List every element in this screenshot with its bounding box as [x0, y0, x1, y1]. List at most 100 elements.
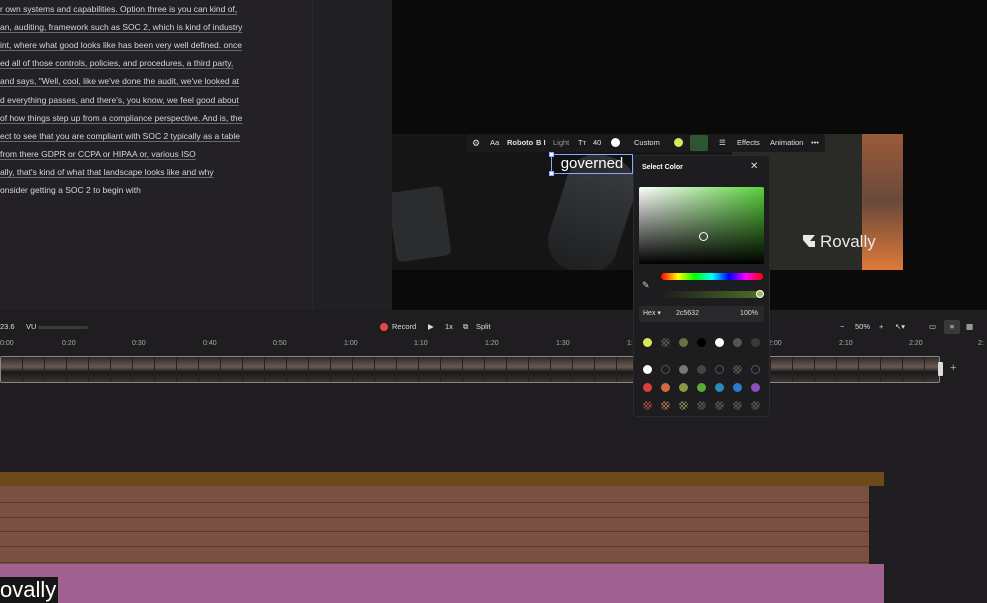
size-value[interactable]: 40 — [593, 134, 601, 152]
alpha-input[interactable]: 100% — [734, 306, 764, 322]
more-icon[interactable]: ••• — [811, 134, 819, 152]
resize-handle[interactable] — [549, 152, 554, 157]
video-thumbnail — [595, 357, 617, 382]
audio-track-stack[interactable] — [0, 486, 869, 564]
color-swatch[interactable] — [751, 338, 760, 347]
color-swatch[interactable] — [697, 401, 706, 410]
color-swatch[interactable] — [679, 383, 688, 392]
transcript-line[interactable]: and says, "Well, cool, like we've done t… — [0, 76, 239, 86]
color-swatch[interactable] — [643, 383, 652, 392]
color-swatch[interactable] — [643, 338, 652, 347]
caption-track[interactable] — [0, 564, 884, 603]
color-swatch[interactable] — [733, 383, 742, 392]
highlight-color-swatch[interactable] — [674, 138, 683, 147]
background-color-swatch[interactable] — [690, 135, 708, 151]
color-format-select[interactable]: Hex ▾ — [639, 306, 673, 322]
text-overlay-content[interactable]: governed — [561, 155, 624, 172]
color-cursor[interactable] — [699, 232, 708, 241]
cursor-tool-icon[interactable]: ↖▾ — [895, 318, 905, 336]
color-swatch[interactable] — [751, 383, 760, 392]
transcript-line[interactable]: r own systems and capabilities. Option t… — [0, 4, 237, 14]
color-swatch[interactable] — [679, 365, 688, 374]
video-track[interactable] — [0, 356, 940, 383]
add-clip-icon[interactable]: + — [950, 362, 956, 374]
color-swatch[interactable] — [751, 401, 760, 410]
eyedropper-icon[interactable]: ✎ — [642, 280, 650, 291]
speed-button[interactable]: 1x — [445, 318, 453, 336]
saturation-value-area[interactable] — [639, 187, 764, 264]
video-thumbnail — [441, 357, 463, 382]
play-icon[interactable]: ▶ — [428, 318, 434, 336]
transcript-line[interactable]: ally, that's kind of what that landscape… — [0, 167, 214, 177]
effects-button[interactable]: Effects — [737, 134, 760, 152]
color-swatch[interactable] — [661, 365, 670, 374]
hex-input[interactable]: 2c5632 — [672, 306, 734, 322]
filter-icon[interactable]: ☰ — [719, 134, 726, 152]
color-swatch[interactable] — [697, 365, 706, 374]
caption-clip[interactable]: ovally — [0, 577, 58, 603]
color-swatch[interactable] — [643, 401, 652, 410]
zoom-out-icon[interactable]: − — [840, 318, 844, 336]
zoom-level: 50% — [855, 322, 871, 331]
color-swatch[interactable] — [751, 365, 760, 374]
captions-toggle-icon[interactable]: ≡ — [944, 320, 960, 334]
color-swatch[interactable] — [733, 401, 742, 410]
color-swatch[interactable] — [715, 401, 724, 410]
video-thumbnail — [309, 357, 331, 382]
transcript-line[interactable]: an, auditing, framework such as SOC 2, w… — [0, 22, 242, 32]
robot-icon[interactable]: ⚙ — [472, 134, 480, 152]
color-swatch[interactable] — [733, 365, 742, 374]
text-color-swatch[interactable] — [611, 138, 620, 147]
video-object — [392, 185, 452, 263]
color-swatch[interactable] — [643, 365, 652, 374]
transcript-line[interactable]: from there GDPR or CCPA or HIPAA or, var… — [0, 149, 196, 159]
color-swatch[interactable] — [697, 338, 706, 347]
font-icon[interactable]: Aa — [490, 134, 499, 152]
color-swatch[interactable] — [715, 383, 724, 392]
color-swatch[interactable] — [697, 383, 706, 392]
preset-select[interactable]: Custom — [634, 134, 660, 152]
color-swatch[interactable] — [715, 338, 724, 347]
zoom-in-icon[interactable]: + — [879, 318, 883, 336]
record-button[interactable]: Record — [392, 318, 416, 336]
ruler-tick-label: 1:20 — [485, 340, 499, 347]
timeline-ruler[interactable]: 0:00 0:20 0:30 0:40 0:50 1:00 1:10 1:20 1:30 1:4 2… — [0, 340, 987, 352]
close-icon[interactable]: ✕ — [750, 161, 758, 172]
split-button[interactable]: Split — [476, 318, 491, 336]
color-swatch[interactable] — [733, 338, 742, 347]
resize-handle[interactable] — [549, 171, 554, 176]
color-swatch[interactable] — [661, 383, 670, 392]
transcript-line[interactable]: d everything passes, and there's, you kn… — [0, 95, 239, 105]
color-swatch[interactable] — [679, 401, 688, 410]
transcript-line[interactable]: int, where what good looks like has been… — [0, 40, 242, 50]
color-swatch[interactable] — [679, 338, 688, 347]
grid-icon[interactable]: ▦ — [966, 318, 973, 336]
ruler-tick-label: 0:30 — [132, 340, 146, 347]
video-thumbnail — [903, 357, 925, 382]
weight-select[interactable]: Light — [553, 134, 569, 152]
size-icon[interactable]: Tт — [578, 134, 586, 152]
track-end-handle[interactable] — [938, 362, 943, 376]
split-icon[interactable]: ⧉ — [463, 318, 468, 336]
transcript-line[interactable]: onsider getting a SOC 2 to begin with — [0, 185, 141, 195]
hue-slider[interactable] — [661, 273, 763, 280]
color-swatch[interactable] — [715, 365, 724, 374]
text-overlay-editor[interactable]: governed — [549, 152, 633, 176]
alpha-slider-knob[interactable] — [756, 290, 764, 298]
color-format-value: Hex — [643, 310, 656, 317]
animation-button[interactable]: Animation — [770, 134, 803, 152]
transcript-panel[interactable]: r own systems and capabilities. Option t… — [0, 0, 312, 310]
transcript-line[interactable]: ed all of those controls, policies, and … — [0, 58, 233, 68]
layout-icon[interactable]: ▭ — [929, 318, 936, 336]
transcript-line[interactable]: of how things step up from a compliance … — [0, 113, 242, 123]
font-select[interactable]: Roboto — [507, 134, 533, 152]
style-icon[interactable]: B I — [536, 134, 546, 152]
ruler-tick-label: 2:10 — [839, 340, 853, 347]
color-swatch[interactable] — [661, 401, 670, 410]
ruler-tick-label: 1:10 — [414, 340, 428, 347]
color-swatch[interactable] — [661, 338, 670, 347]
transcript-line[interactable]: ect to see that you are compliant with S… — [0, 131, 240, 141]
audio-track-header[interactable] — [0, 472, 884, 486]
record-icon[interactable] — [380, 323, 388, 331]
alpha-slider[interactable] — [661, 291, 763, 298]
